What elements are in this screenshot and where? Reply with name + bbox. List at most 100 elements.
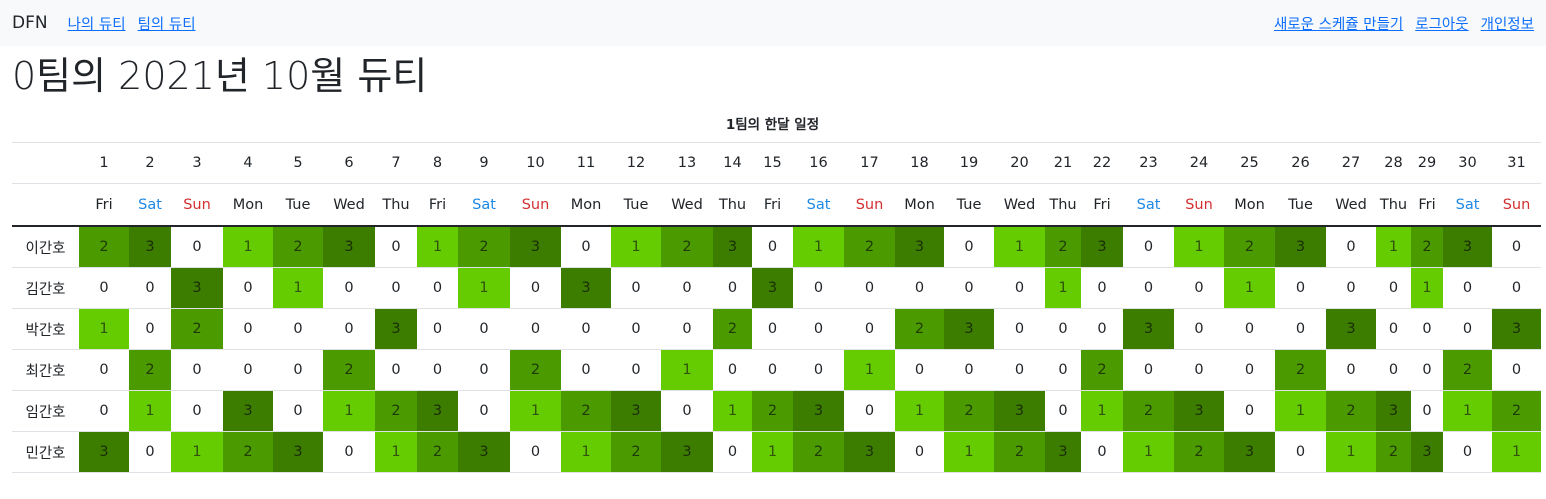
nav-team-duty-link[interactable]: 팀의 듀티 — [138, 13, 196, 34]
duty-cell[interactable]: 3 — [1081, 226, 1123, 268]
duty-cell[interactable]: 0 — [1443, 308, 1492, 350]
duty-cell[interactable]: 1 — [1045, 267, 1081, 309]
duty-cell[interactable]: 1 — [171, 431, 223, 473]
duty-cell[interactable]: 3 — [1174, 390, 1224, 432]
duty-cell[interactable]: 0 — [994, 349, 1045, 391]
duty-cell[interactable]: 0 — [561, 308, 611, 350]
duty-cell[interactable]: 2 — [793, 431, 844, 473]
duty-cell[interactable]: 1 — [79, 308, 129, 350]
duty-cell[interactable]: 0 — [1123, 349, 1174, 391]
duty-cell[interactable]: 3 — [417, 390, 458, 432]
duty-cell[interactable]: 0 — [129, 431, 171, 473]
duty-cell[interactable]: 2 — [129, 349, 171, 391]
duty-cell[interactable]: 1 — [1492, 431, 1541, 473]
duty-cell[interactable]: 1 — [1123, 431, 1174, 473]
duty-cell[interactable]: 0 — [752, 226, 793, 268]
duty-cell[interactable]: 3 — [1492, 308, 1541, 350]
duty-cell[interactable]: 1 — [793, 226, 844, 268]
duty-cell[interactable]: 3 — [944, 308, 994, 350]
duty-cell[interactable]: 0 — [713, 267, 752, 309]
duty-cell[interactable]: 0 — [1224, 390, 1275, 432]
duty-cell[interactable]: 2 — [1174, 431, 1224, 473]
duty-cell[interactable]: 0 — [1224, 308, 1275, 350]
duty-cell[interactable]: 0 — [417, 308, 458, 350]
duty-cell[interactable]: 0 — [417, 349, 458, 391]
duty-cell[interactable]: 0 — [944, 226, 994, 268]
duty-cell[interactable]: 0 — [1275, 308, 1326, 350]
duty-cell[interactable]: 0 — [458, 390, 510, 432]
duty-cell[interactable]: 0 — [417, 267, 458, 309]
duty-cell[interactable]: 2 — [510, 349, 561, 391]
duty-cell[interactable]: 3 — [79, 431, 129, 473]
duty-cell[interactable]: 3 — [793, 390, 844, 432]
duty-cell[interactable]: 2 — [661, 226, 713, 268]
duty-cell[interactable]: 0 — [1045, 308, 1081, 350]
duty-cell[interactable]: 1 — [273, 267, 323, 309]
duty-cell[interactable]: 2 — [171, 308, 223, 350]
duty-cell[interactable]: 2 — [1275, 349, 1326, 391]
duty-cell[interactable]: 0 — [79, 390, 129, 432]
duty-cell[interactable]: 0 — [375, 349, 417, 391]
duty-cell[interactable]: 0 — [844, 308, 895, 350]
duty-cell[interactable]: 0 — [844, 267, 895, 309]
duty-cell[interactable]: 3 — [223, 390, 273, 432]
duty-cell[interactable]: 0 — [129, 267, 171, 309]
duty-cell[interactable]: 2 — [458, 226, 510, 268]
duty-cell[interactable]: 0 — [323, 308, 375, 350]
duty-cell[interactable]: 2 — [895, 308, 944, 350]
duty-cell[interactable]: 0 — [1123, 267, 1174, 309]
duty-cell[interactable]: 2 — [713, 308, 752, 350]
duty-cell[interactable]: 0 — [1326, 349, 1376, 391]
duty-cell[interactable]: 0 — [713, 431, 752, 473]
duty-cell[interactable]: 1 — [1081, 390, 1123, 432]
duty-cell[interactable]: 2 — [1123, 390, 1174, 432]
duty-cell[interactable]: 3 — [844, 431, 895, 473]
duty-cell[interactable]: 0 — [944, 349, 994, 391]
duty-cell[interactable]: 0 — [661, 267, 713, 309]
duty-cell[interactable]: 0 — [1411, 349, 1443, 391]
duty-cell[interactable]: 0 — [793, 308, 844, 350]
duty-cell[interactable]: 3 — [994, 390, 1045, 432]
duty-cell[interactable]: 1 — [844, 349, 895, 391]
duty-cell[interactable]: 0 — [171, 390, 223, 432]
duty-cell[interactable]: 2 — [752, 390, 793, 432]
duty-cell[interactable]: 2 — [1045, 226, 1081, 268]
duty-cell[interactable]: 3 — [1275, 226, 1326, 268]
duty-cell[interactable]: 0 — [273, 308, 323, 350]
duty-cell[interactable]: 1 — [895, 390, 944, 432]
duty-cell[interactable]: 1 — [944, 431, 994, 473]
duty-cell[interactable]: 3 — [129, 226, 171, 268]
duty-cell[interactable]: 1 — [1326, 431, 1376, 473]
duty-cell[interactable]: 0 — [1326, 267, 1376, 309]
duty-cell[interactable]: 0 — [171, 349, 223, 391]
duty-cell[interactable]: 1 — [752, 431, 793, 473]
duty-cell[interactable]: 2 — [1224, 226, 1275, 268]
duty-cell[interactable]: 1 — [1411, 267, 1443, 309]
duty-cell[interactable]: 0 — [79, 267, 129, 309]
duty-cell[interactable]: 2 — [1443, 349, 1492, 391]
duty-cell[interactable]: 0 — [561, 349, 611, 391]
duty-cell[interactable]: 1 — [223, 226, 273, 268]
duty-cell[interactable]: 1 — [713, 390, 752, 432]
duty-cell[interactable]: 0 — [510, 267, 561, 309]
duty-cell[interactable]: 0 — [895, 349, 944, 391]
duty-cell[interactable]: 0 — [611, 267, 661, 309]
duty-cell[interactable]: 3 — [171, 267, 223, 309]
duty-cell[interactable]: 2 — [323, 349, 375, 391]
duty-cell[interactable]: 3 — [273, 431, 323, 473]
duty-cell[interactable]: 0 — [611, 308, 661, 350]
duty-cell[interactable]: 1 — [661, 349, 713, 391]
duty-cell[interactable]: 0 — [1411, 390, 1443, 432]
duty-cell[interactable]: 1 — [1443, 390, 1492, 432]
duty-cell[interactable]: 1 — [458, 267, 510, 309]
duty-cell[interactable]: 0 — [129, 308, 171, 350]
duty-cell[interactable]: 0 — [1174, 267, 1224, 309]
duty-cell[interactable]: 0 — [895, 431, 944, 473]
duty-cell[interactable]: 0 — [273, 390, 323, 432]
duty-cell[interactable]: 0 — [752, 308, 793, 350]
duty-cell[interactable]: 0 — [375, 267, 417, 309]
duty-cell[interactable]: 1 — [1174, 226, 1224, 268]
duty-cell[interactable]: 1 — [510, 390, 561, 432]
duty-cell[interactable]: 3 — [611, 390, 661, 432]
duty-cell[interactable]: 0 — [375, 226, 417, 268]
